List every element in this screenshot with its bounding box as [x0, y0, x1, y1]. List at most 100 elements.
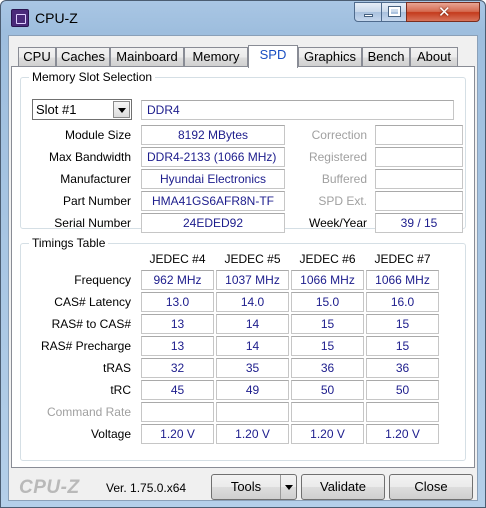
client-area: CPU Caches Mainboard Memory SPD Graphics…: [8, 35, 478, 501]
tab-graphics[interactable]: Graphics: [298, 47, 362, 67]
tab-about[interactable]: About: [410, 47, 458, 67]
spd-ext-label: SPD Ext.: [318, 194, 367, 208]
tab-caches[interactable]: Caches: [56, 47, 110, 67]
tab-cpu[interactable]: CPU: [18, 47, 56, 67]
timings-cell: [216, 402, 289, 422]
timings-cell: 14.0: [216, 292, 289, 312]
manufacturer-label: Manufacturer: [60, 172, 131, 186]
timings-row-label: Frequency: [74, 273, 131, 287]
timings-table-group: Timings Table JEDEC #4 JEDEC #5 JEDEC #6…: [20, 236, 466, 461]
timings-cell: 1.20 V: [141, 424, 214, 444]
timings-cell: 15.0: [291, 292, 364, 312]
spd-ext-value: [375, 191, 463, 211]
chevron-down-icon: [118, 108, 126, 113]
cpuz-window: CPU-Z ✕ CPU Caches Mainboard Memory SPD …: [0, 0, 486, 508]
timings-column-header: JEDEC #4: [149, 252, 206, 266]
timings-cell: 1.20 V: [216, 424, 289, 444]
module-size-label: Module Size: [64, 128, 131, 142]
timings-row-label: tRAS: [102, 361, 131, 375]
timings-row-label: CAS# Latency: [54, 295, 131, 309]
memory-slot-selection-group: Memory Slot Selection Slot #1 DDR4 Modul…: [20, 70, 466, 233]
tab-bench[interactable]: Bench: [362, 47, 410, 67]
timings-cell: 45: [141, 380, 214, 400]
part-number-value: HMA41GS6AFR8N-TF: [141, 191, 285, 211]
week-year-label: Week/Year: [308, 216, 367, 230]
memory-type-field: DDR4: [141, 100, 454, 120]
timings-cell: 1037 MHz: [216, 270, 289, 290]
timings-cell: 14: [216, 336, 289, 356]
minimize-icon: [364, 14, 373, 17]
close-icon: ✕: [438, 4, 451, 21]
chevron-down-icon: [285, 485, 293, 490]
serial-number-label: Serial Number: [54, 216, 131, 230]
timings-row-label: tRC: [110, 383, 131, 397]
slot-select[interactable]: Slot #1: [32, 99, 132, 120]
timings-cell: 1066 MHz: [366, 270, 439, 290]
timings-cell: 16.0: [366, 292, 439, 312]
maximize-icon: [389, 7, 400, 16]
spd-panel: Memory Slot Selection Slot #1 DDR4 Modul…: [11, 66, 475, 468]
manufacturer-value: Hyundai Electronics: [141, 169, 285, 189]
max-bandwidth-label: Max Bandwidth: [48, 150, 131, 164]
validate-button[interactable]: Validate: [301, 474, 385, 500]
timings-column-header: JEDEC #5: [224, 252, 281, 266]
timings-cell: 13.0: [141, 292, 214, 312]
timings-cell: 1066 MHz: [291, 270, 364, 290]
week-year-value: 39 / 15: [375, 213, 463, 233]
tab-memory[interactable]: Memory: [184, 47, 248, 67]
timings-cell: 14: [216, 314, 289, 334]
timings-table-legend: Timings Table: [29, 236, 109, 250]
slot-select-dropdown[interactable]: [113, 101, 130, 118]
close-button[interactable]: Close: [389, 474, 473, 500]
version-text: Ver. 1.75.0.x64: [106, 481, 187, 495]
timings-cell: 1.20 V: [366, 424, 439, 444]
maximize-button[interactable]: [381, 2, 407, 22]
timings-column-header: JEDEC #7: [374, 252, 431, 266]
timings-cell: [366, 402, 439, 422]
timings-cell: 1.20 V: [291, 424, 364, 444]
tools-dropdown-arrow[interactable]: [280, 475, 296, 499]
timings-cell: 36: [366, 358, 439, 378]
timings-cell: 15: [366, 336, 439, 356]
serial-number-value: 24EDED92: [141, 213, 285, 233]
timings-cell: [291, 402, 364, 422]
title-bar[interactable]: CPU-Z ✕: [1, 1, 485, 35]
tab-spd[interactable]: SPD: [248, 45, 298, 68]
tools-button-label: Tools: [230, 479, 262, 494]
cpuz-app-icon: [11, 9, 29, 27]
correction-label: Correction: [311, 128, 367, 142]
timings-row-label: Command Rate: [46, 405, 131, 419]
registered-value: [375, 147, 463, 167]
timings-cell: 32: [141, 358, 214, 378]
close-window-button[interactable]: ✕: [406, 2, 480, 22]
minimize-button[interactable]: [354, 2, 382, 22]
timings-cell: 15: [291, 336, 364, 356]
timings-cell: 962 MHz: [141, 270, 214, 290]
module-size-value: 8192 MBytes: [141, 125, 285, 145]
memory-slot-selection-legend: Memory Slot Selection: [29, 70, 156, 84]
timings-cell: 50: [291, 380, 364, 400]
timings-cell: 49: [216, 380, 289, 400]
footer-bar: CPU-Z Ver. 1.75.0.x64 Tools Validate Clo…: [9, 470, 479, 502]
timings-cell: 13: [141, 336, 214, 356]
cpuz-logo: CPU-Z: [19, 477, 80, 498]
window-title: CPU-Z: [35, 10, 78, 26]
timings-cell: 13: [141, 314, 214, 334]
timings-cell: [141, 402, 214, 422]
slot-select-value: Slot #1: [36, 102, 77, 117]
tab-mainboard[interactable]: Mainboard: [110, 47, 184, 67]
timings-row-label: RAS# Precharge: [40, 339, 131, 353]
timings-cell: 36: [291, 358, 364, 378]
timings-row-label: RAS# to CAS#: [51, 317, 131, 331]
timings-cell: 35: [216, 358, 289, 378]
timings-cell: 50: [366, 380, 439, 400]
max-bandwidth-value: DDR4-2133 (1066 MHz): [141, 147, 285, 167]
registered-label: Registered: [308, 150, 367, 164]
timings-row-label: Voltage: [90, 427, 131, 441]
tools-button[interactable]: Tools: [211, 474, 297, 500]
buffered-label: Buffered: [321, 172, 367, 186]
timings-column-header: JEDEC #6: [299, 252, 356, 266]
correction-value: [375, 125, 463, 145]
buffered-value: [375, 169, 463, 189]
part-number-label: Part Number: [62, 194, 131, 208]
